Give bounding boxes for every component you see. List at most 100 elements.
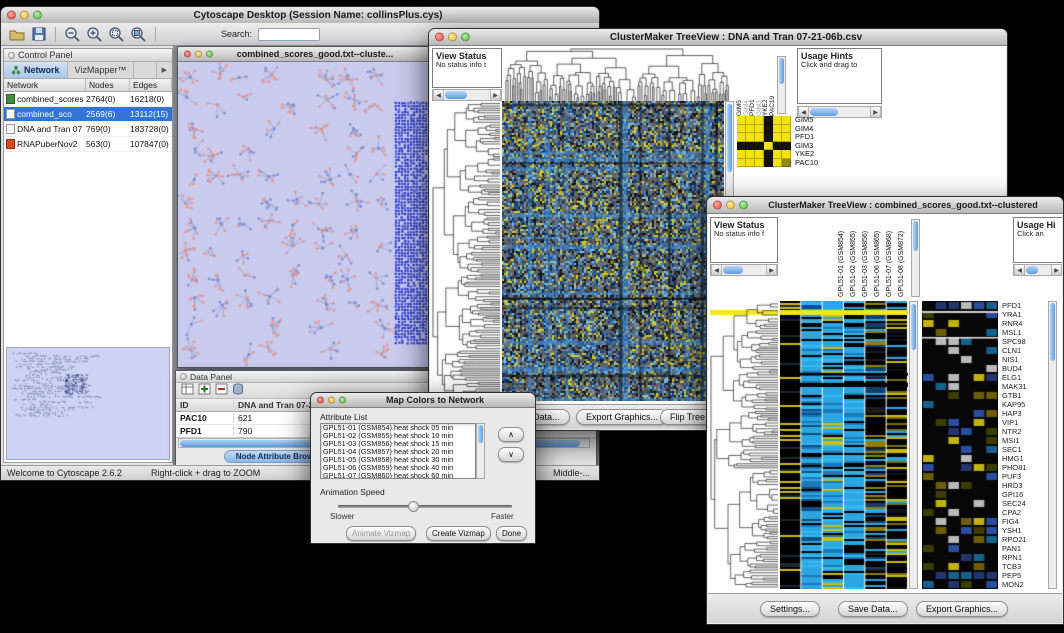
gene-label[interactable]: RPO21 — [1002, 535, 1046, 544]
gene-label[interactable]: SPC98 — [1002, 337, 1046, 346]
matrix-cell[interactable] — [764, 125, 773, 134]
create-attribute-icon[interactable] — [198, 382, 211, 400]
zoom-selected-icon[interactable] — [107, 25, 126, 44]
scroll-track[interactable] — [468, 90, 490, 100]
vscroll-thumb[interactable] — [1050, 303, 1055, 361]
select-attributes-icon[interactable] — [181, 382, 194, 400]
done-button[interactable]: Done — [496, 526, 527, 541]
top-vscrollbar[interactable] — [911, 219, 920, 297]
scroll-track[interactable] — [1039, 265, 1051, 275]
attribute-list[interactable]: GPL51-01 (GSM854) heat shock 05 minGPL51… — [320, 423, 476, 479]
export-graphics-button[interactable]: Export Graphics... — [576, 409, 668, 425]
save-data-button[interactable]: Save Data... — [838, 601, 908, 617]
zoom-button[interactable] — [206, 51, 213, 58]
scroll-left-arrow[interactable]: ◀ — [1014, 265, 1025, 275]
scroll-left-arrow[interactable]: ◀ — [711, 265, 722, 275]
treeview-combined-titlebar[interactable]: ClusterMaker TreeView : combined_scores_… — [707, 197, 1063, 214]
scroll-right-arrow[interactable]: ▶ — [1051, 265, 1062, 275]
matrix-cell[interactable] — [773, 159, 782, 168]
matrix-cell[interactable] — [755, 159, 764, 168]
close-button[interactable] — [317, 397, 324, 404]
matrix-cell[interactable] — [755, 125, 764, 134]
map-colors-titlebar[interactable]: Map Colors to Network — [311, 393, 535, 408]
animation-speed-slider[interactable] — [338, 505, 512, 508]
gene-label[interactable]: ELG1 — [1002, 373, 1046, 382]
delete-attribute-icon[interactable] — [215, 382, 228, 400]
vscroll-thumb[interactable] — [913, 221, 918, 251]
matrix-cell[interactable] — [782, 150, 791, 159]
matrix-cell[interactable] — [755, 142, 764, 151]
gene-label[interactable]: PEP5 — [1002, 571, 1046, 580]
network-row[interactable]: DNA and Tran 07 769(0) 183728(0) — [4, 122, 172, 137]
gene-label[interactable]: MAK31 — [1002, 382, 1046, 391]
matrix-cell[interactable] — [782, 125, 791, 134]
view-status-hscrollbar[interactable]: ◀▶ — [432, 89, 502, 101]
minimize-button[interactable] — [328, 397, 335, 404]
tab-vizmapper[interactable]: VizMapper™ — [68, 62, 135, 78]
vscroll-thumb[interactable] — [911, 304, 916, 350]
matrix-cell[interactable] — [782, 116, 791, 125]
tv2-row-dendrogram[interactable] — [710, 301, 778, 589]
gene-label[interactable]: MSI1 — [1002, 436, 1046, 445]
zoom-button[interactable] — [461, 33, 470, 42]
matrix-cell[interactable] — [746, 116, 755, 125]
animate-vizmap-button[interactable]: Animate Vizmap — [346, 526, 416, 541]
cytoscape-titlebar[interactable]: Cytoscape Desktop (Session Name: collins… — [1, 7, 599, 24]
zoom-vscrollbar[interactable] — [777, 56, 786, 114]
tv1-row-dendrogram[interactable] — [432, 101, 500, 401]
gene-label[interactable]: MON2 — [1002, 580, 1046, 589]
gene-label[interactable]: NTR2 — [1002, 427, 1046, 436]
scroll-right-arrow[interactable]: ▶ — [766, 265, 777, 275]
matrix-cell[interactable] — [764, 133, 773, 142]
network-canvas[interactable] — [178, 62, 428, 367]
tv2-heatmap-zoom[interactable] — [922, 301, 998, 589]
tv2-heatmap-vscrollbar[interactable] — [909, 301, 918, 589]
matrix-cell[interactable] — [773, 125, 782, 134]
minimize-button[interactable] — [448, 33, 457, 42]
tab-network[interactable]: Network — [4, 62, 68, 78]
gene-label[interactable]: MSL1 — [1002, 328, 1046, 337]
panel-float-icon[interactable] — [180, 373, 187, 380]
close-button[interactable] — [184, 51, 191, 58]
gene-label[interactable]: GPI16 — [1002, 490, 1046, 499]
vscroll-thumb[interactable] — [727, 104, 732, 172]
matrix-cell[interactable] — [737, 116, 746, 125]
gene-label[interactable]: PUF3 — [1002, 472, 1046, 481]
matrix-cell[interactable] — [755, 116, 764, 125]
gene-label[interactable]: YRA1 — [1002, 310, 1046, 319]
matrix-cell[interactable] — [773, 142, 782, 151]
export-graphics-button[interactable]: Export Graphics... — [916, 601, 1008, 617]
zoom-button[interactable] — [339, 397, 346, 404]
gene-label[interactable]: VIP1 — [1002, 418, 1046, 427]
matrix-cell[interactable] — [746, 125, 755, 134]
vscroll-thumb[interactable] — [478, 425, 483, 443]
close-button[interactable] — [7, 11, 16, 20]
gene-label[interactable]: KAP95 — [1002, 400, 1046, 409]
gene-label[interactable]: RPN1 — [1002, 553, 1046, 562]
minimize-button[interactable] — [195, 51, 202, 58]
matrix-cell[interactable] — [746, 150, 755, 159]
zoom-button[interactable] — [33, 11, 42, 20]
vscroll-thumb[interactable] — [779, 58, 784, 84]
network-row[interactable]: combined_sco 2569(6) 13112(15) — [4, 107, 172, 122]
tv1-col-dendrogram[interactable] — [504, 48, 730, 101]
gene-label[interactable]: FIG4 — [1002, 517, 1046, 526]
matrix-cell[interactable] — [782, 159, 791, 168]
matrix-cell[interactable] — [755, 133, 764, 142]
hscroll-thumb[interactable] — [810, 108, 838, 116]
gene-label[interactable]: NIS1 — [1002, 355, 1046, 364]
matrix-cell[interactable] — [737, 142, 746, 151]
tv1-heatmap[interactable] — [502, 101, 724, 401]
gene-label[interactable]: SEC1 — [1002, 445, 1046, 454]
network-overview-thumbnail[interactable] — [6, 347, 170, 460]
gene-label[interactable]: HRD3 — [1002, 481, 1046, 490]
slider-knob[interactable] — [408, 501, 419, 512]
matrix-cell[interactable] — [737, 159, 746, 168]
matrix-cell[interactable] — [746, 159, 755, 168]
gene-label[interactable]: PFD1 — [1002, 301, 1046, 310]
scroll-track[interactable] — [744, 265, 766, 275]
gene-label[interactable]: BUD4 — [1002, 364, 1046, 373]
tab-overflow-arrow[interactable]: ▶ — [156, 62, 172, 78]
gene-label[interactable]: GTB1 — [1002, 391, 1046, 400]
matrix-cell[interactable] — [737, 133, 746, 142]
